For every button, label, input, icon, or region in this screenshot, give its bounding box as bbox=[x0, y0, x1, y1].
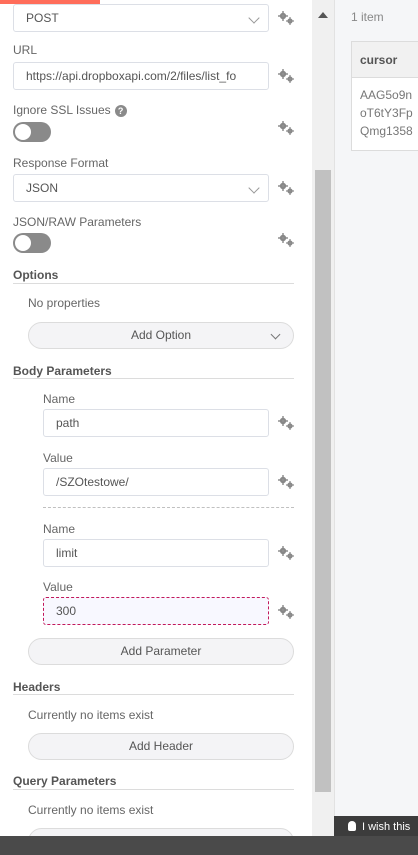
gear-icon[interactable] bbox=[277, 120, 295, 136]
add-query-parameter-button[interactable] bbox=[28, 828, 294, 836]
options-divider bbox=[13, 283, 294, 284]
chevron-down-icon bbox=[270, 329, 281, 340]
param-value-input[interactable]: /SZOtestowe/ bbox=[43, 468, 269, 496]
response-format-select[interactable]: JSON bbox=[13, 174, 269, 202]
add-option-label: Add Option bbox=[130, 328, 192, 342]
feedback-label: I wish this bbox=[362, 821, 411, 833]
query-parameters-divider bbox=[13, 789, 294, 790]
gear-icon[interactable] bbox=[277, 604, 295, 620]
json-raw-label: JSON/RAW Parameters bbox=[13, 215, 142, 229]
gear-icon[interactable] bbox=[277, 180, 295, 196]
cell-line: oT6tY3Fp bbox=[360, 106, 413, 120]
ignore-ssl-label-text: Ignore SSL Issues bbox=[13, 103, 111, 117]
gear-icon[interactable] bbox=[277, 415, 295, 431]
gear-icon[interactable] bbox=[277, 232, 295, 248]
column-header-cursor: cursor bbox=[352, 42, 418, 78]
url-label: URL bbox=[13, 43, 38, 57]
body-parameters-title: Body Parameters bbox=[13, 364, 112, 378]
param-name-label: Name bbox=[43, 392, 76, 406]
url-input[interactable]: https://api.dropboxapi.com/2/files/list_… bbox=[13, 62, 269, 90]
item-count: 1 item bbox=[351, 10, 384, 24]
cell-line: AAG5o9n bbox=[360, 88, 413, 102]
ignore-ssl-toggle[interactable] bbox=[13, 122, 51, 142]
gear-icon[interactable] bbox=[277, 68, 295, 84]
query-parameters-title: Query Parameters bbox=[13, 774, 117, 788]
options-empty-text: No properties bbox=[28, 296, 101, 310]
add-header-button[interactable]: Add Header bbox=[28, 733, 294, 760]
add-option-button[interactable]: Add Option bbox=[28, 322, 294, 349]
scrollbar-thumb[interactable] bbox=[315, 170, 331, 792]
parameters-panel: POST URL https://api.dropboxapi.com/2/fi… bbox=[0, 0, 310, 836]
response-format-value: JSON bbox=[26, 181, 59, 195]
query-parameters-empty-text: Currently no items exist bbox=[28, 803, 154, 817]
gear-icon[interactable] bbox=[277, 10, 295, 26]
table-cell[interactable]: AAG5o9n oT6tY3Fp Qmg1358 bbox=[360, 86, 418, 140]
feedback-button[interactable]: I wish this bbox=[334, 816, 418, 838]
headers-title: Headers bbox=[13, 680, 61, 694]
add-parameter-button[interactable]: Add Parameter bbox=[28, 638, 294, 665]
scroll-up-arrow-icon[interactable] bbox=[318, 12, 328, 18]
scrollbar[interactable] bbox=[312, 0, 334, 836]
gear-icon[interactable] bbox=[277, 474, 295, 490]
method-value: POST bbox=[26, 11, 59, 25]
question-icon[interactable]: ? bbox=[114, 105, 127, 117]
bottom-bar bbox=[0, 836, 418, 855]
gear-icon[interactable] bbox=[277, 545, 295, 561]
chevron-down-icon bbox=[248, 12, 260, 24]
chevron-down-icon bbox=[248, 182, 260, 194]
method-select[interactable]: POST bbox=[13, 4, 269, 32]
toggle-knob bbox=[15, 124, 31, 140]
ignore-ssl-label: Ignore SSL Issues? bbox=[13, 103, 127, 117]
param-name-input[interactable]: limit bbox=[43, 539, 269, 567]
body-parameters-divider bbox=[13, 378, 294, 379]
output-table: cursor AAG5o9n oT6tY3Fp Qmg1358 bbox=[351, 41, 418, 151]
response-format-label: Response Format bbox=[13, 156, 109, 170]
param-value-label: Value bbox=[43, 451, 73, 465]
headers-empty-text: Currently no items exist bbox=[28, 708, 154, 722]
param-name-label: Name bbox=[43, 522, 76, 536]
output-panel: 1 item cursor AAG5o9n oT6tY3Fp Qmg1358 bbox=[334, 0, 418, 836]
lightbulb-icon bbox=[348, 821, 356, 831]
param-value-input[interactable]: 300 bbox=[43, 597, 269, 625]
param-name-input[interactable]: path bbox=[43, 409, 269, 437]
cell-line: Qmg1358 bbox=[360, 124, 413, 138]
options-title: Options bbox=[13, 268, 59, 282]
param-value-label: Value bbox=[43, 580, 73, 594]
json-raw-toggle[interactable] bbox=[13, 233, 51, 253]
toggle-knob bbox=[15, 235, 31, 251]
parameter-separator bbox=[43, 507, 294, 508]
headers-divider bbox=[13, 694, 294, 695]
